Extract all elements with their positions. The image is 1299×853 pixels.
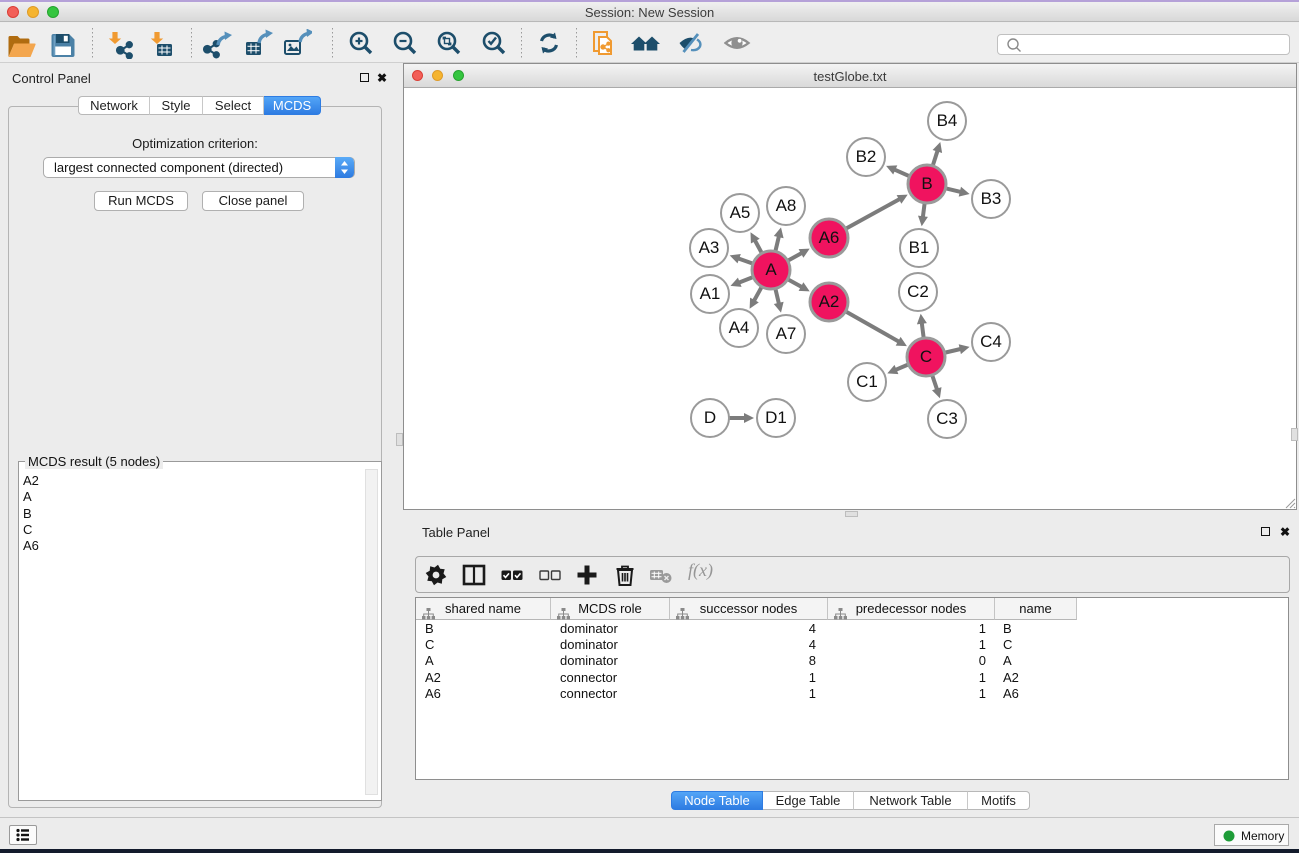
svg-text:A: A: [765, 260, 777, 279]
svg-text:A1: A1: [700, 284, 721, 303]
svg-text:A4: A4: [729, 318, 750, 337]
svg-text:A2: A2: [819, 292, 840, 311]
svg-text:B3: B3: [981, 189, 1002, 208]
svg-text:C1: C1: [856, 372, 878, 391]
svg-text:C2: C2: [907, 282, 929, 301]
svg-text:B4: B4: [937, 111, 958, 130]
svg-text:A8: A8: [776, 196, 797, 215]
svg-text:D1: D1: [765, 408, 787, 427]
svg-text:C4: C4: [980, 332, 1002, 351]
svg-text:A7: A7: [776, 324, 797, 343]
svg-text:C3: C3: [936, 409, 958, 428]
svg-text:B1: B1: [909, 238, 930, 257]
svg-text:A5: A5: [730, 203, 751, 222]
svg-text:D: D: [704, 408, 716, 427]
svg-text:A6: A6: [819, 228, 840, 247]
svg-text:C: C: [920, 347, 932, 366]
svg-text:A3: A3: [699, 238, 720, 257]
svg-text:B: B: [921, 174, 932, 193]
svg-text:B2: B2: [856, 147, 877, 166]
